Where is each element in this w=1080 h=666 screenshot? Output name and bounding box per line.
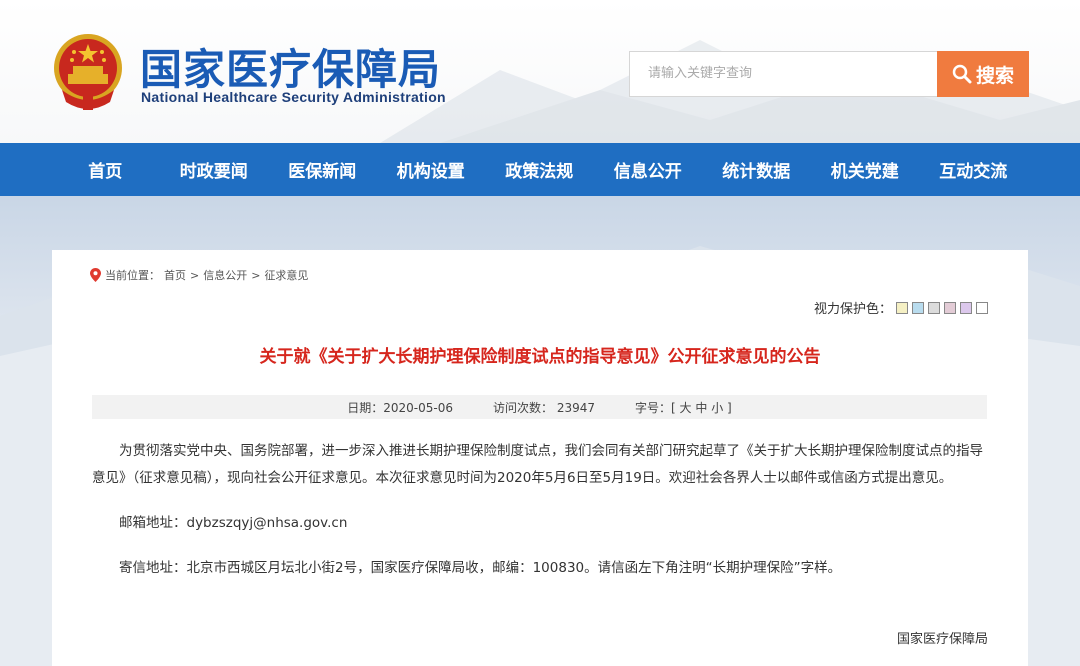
content-panel: 当前位置： 首页 > 信息公开 > 征求意见 视力保护色： 关于就《关于扩大长期护理保险制… (52, 250, 1028, 666)
breadcrumb-separator: > (251, 268, 261, 282)
breadcrumb-home[interactable]: 首页 (164, 267, 186, 283)
nav-item-party[interactable]: 机关党建 (811, 157, 920, 182)
color-swatch-gray[interactable] (928, 301, 940, 314)
article-body: 为贯彻落实党中央、国务院部署，进一步深入推进长期护理保险制度试点，我们会同有关部… (92, 438, 987, 582)
font-size-medium[interactable]: 中 (695, 401, 707, 415)
font-size-prefix: 字号：[ (635, 400, 676, 415)
publish-date: 日期：2020-05-06 (347, 400, 453, 415)
site-title[interactable]: 国家医疗保障局 (140, 36, 441, 97)
font-size-small[interactable]: 小 (711, 401, 723, 415)
article-signature: 国家医疗保障局 (896, 632, 988, 647)
eye-protect-label: 视力保护色： (813, 302, 892, 317)
color-swatch-yellow[interactable] (896, 301, 908, 314)
nav-item-interaction[interactable]: 互动交流 (919, 157, 1028, 182)
nav-item-news[interactable]: 医保新闻 (268, 157, 377, 182)
search-input[interactable]: 请输入关键字查询 (629, 51, 938, 97)
font-size-suffix: ] (727, 400, 732, 415)
article-paragraph: 为贯彻落实党中央、国务院部署，进一步深入推进长期护理保险制度试点，我们会同有关部… (92, 443, 983, 486)
search-icon (952, 64, 972, 84)
breadcrumb-consultation[interactable]: 征求意见 (264, 267, 308, 283)
font-size-large[interactable]: 大 (680, 401, 692, 415)
email-address: 邮箱地址：dybzszqyj@nhsa.gov.cn (119, 515, 348, 531)
main-nav: 首页 时政要闻 医保新闻 机构设置 政策法规 信息公开 统计数据 机关党建 互动… (0, 143, 1080, 196)
nav-item-politics[interactable]: 时政要闻 (160, 157, 269, 182)
nav-item-statistics[interactable]: 统计数据 (702, 157, 811, 182)
color-swatch-white[interactable] (976, 301, 988, 314)
eye-protect-colors: 视力保护色： (814, 298, 988, 317)
font-size-controls: 字号：[ 大 中 小 ] (635, 399, 732, 416)
national-emblem-icon[interactable] (50, 30, 126, 112)
location-pin-icon (90, 268, 101, 282)
nav-item-disclosure[interactable]: 信息公开 (594, 157, 703, 182)
site-subtitle: National Healthcare Security Administrat… (141, 89, 446, 105)
article-meta: 日期：2020-05-06 访问次数： 23947 字号：[ 大 中 小 ] (92, 395, 987, 419)
search-button-label: 搜索 (975, 64, 1014, 87)
breadcrumb-separator: > (190, 268, 200, 282)
color-swatch-purple[interactable] (960, 301, 972, 314)
color-swatch-pink[interactable] (944, 301, 956, 314)
color-swatch-blue[interactable] (912, 301, 924, 314)
nav-item-policies[interactable]: 政策法规 (485, 157, 594, 182)
site-header: 国家医疗保障局 National Healthcare Security Adm… (0, 0, 1080, 143)
search-button[interactable]: 搜索 (937, 51, 1029, 97)
breadcrumb: 当前位置： 首页 > 信息公开 > 征求意见 (90, 267, 308, 283)
breadcrumb-disclosure[interactable]: 信息公开 (203, 267, 247, 283)
breadcrumb-prefix: 当前位置： (105, 269, 160, 282)
visit-count: 访问次数： 23947 (493, 400, 595, 415)
article-title: 关于就《关于扩大长期护理保险制度试点的指导意见》公开征求意见的公告 (259, 347, 821, 367)
mail-address: 寄信地址：北京市西城区月坛北小街2号，国家医疗保障局收，邮编：100830。请信… (119, 560, 842, 576)
nav-item-home[interactable]: 首页 (51, 157, 160, 182)
nav-item-organization[interactable]: 机构设置 (377, 157, 486, 182)
